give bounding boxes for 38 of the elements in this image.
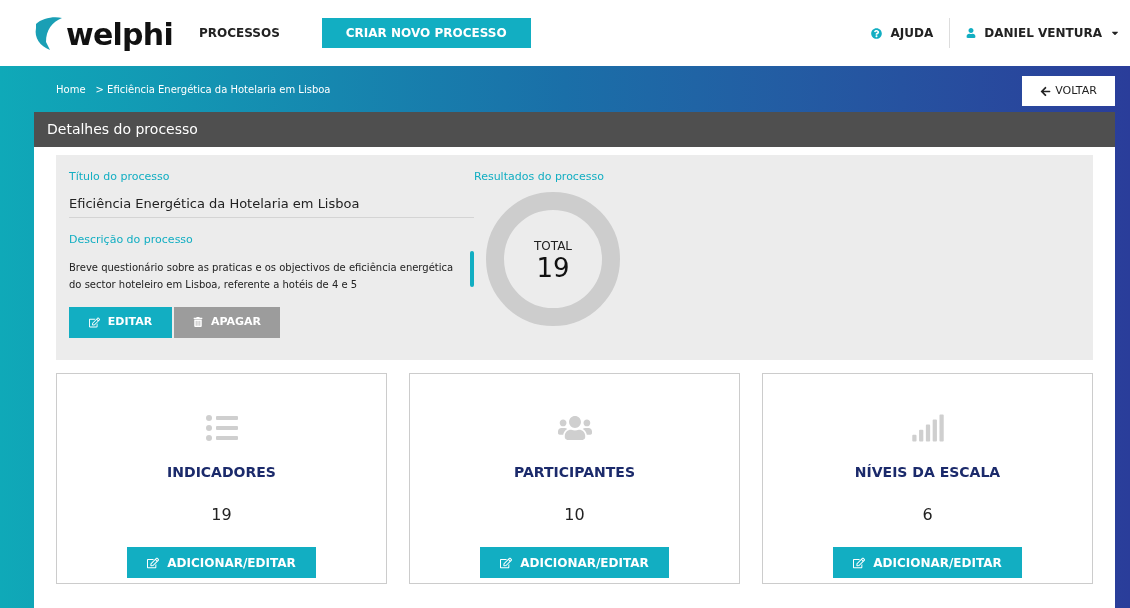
breadcrumb-home[interactable]: Home — [56, 81, 86, 97]
delete-button[interactable]: APAGAR — [174, 306, 280, 338]
edit-icon — [147, 556, 160, 569]
user-icon — [966, 28, 977, 38]
total-label: TOTAL — [533, 237, 573, 255]
signal-bars-icon — [910, 412, 945, 444]
card-count: 19 — [211, 504, 232, 526]
edit-button[interactable]: EDITAR — [69, 306, 172, 338]
scrollbar[interactable] — [470, 250, 474, 287]
card-title: INDICADORES — [167, 463, 276, 482]
arrow-left-icon — [1040, 85, 1052, 97]
field-label: Título do processo — [69, 169, 171, 185]
help-link[interactable]: AJUDA — [871, 18, 951, 48]
edit-icon — [500, 556, 513, 569]
user-menu[interactable]: DANIEL VENTURA — [950, 24, 1120, 42]
trash-icon — [192, 317, 203, 327]
add-edit-button[interactable]: ADICIONAR/EDITAR — [127, 547, 316, 578]
add-edit-button[interactable]: ADICIONAR/EDITAR — [480, 547, 669, 578]
panel-title: Detalhes do processo — [47, 120, 198, 139]
nav-link[interactable]: PROCESSOS — [198, 24, 280, 42]
card-title: NÍVEIS DA ESCALA — [854, 463, 1001, 482]
breadcrumb-current: > Eficiência Energética da Hotelaria em Lisboa — [95, 82, 331, 97]
list-icon — [204, 412, 239, 444]
logo[interactable]: welphi — [32, 16, 173, 50]
field-label: Descrição do processo — [69, 232, 194, 248]
back-button[interactable]: VOLTAR — [1022, 76, 1115, 106]
card-count: 10 — [564, 504, 585, 526]
title-field[interactable]: Eficiência Energética da Hotelaria em Lisboa — [69, 193, 474, 218]
card-title: PARTICIPANTES — [514, 463, 635, 482]
description-text: Breve questionário sobre as praticas e os objectivos de eficiência energética do sector hoteleiro em Lisboa, referente a hotéis de 4 e 5 — [69, 260, 455, 292]
help-icon — [871, 27, 883, 39]
create-process-button[interactable]: CRIAR NOVO PROCESSO — [321, 18, 531, 48]
edit-icon — [853, 556, 866, 569]
add-edit-button[interactable]: ADICIONAR/EDITAR — [833, 547, 1022, 578]
card-count: 6 — [922, 504, 933, 526]
results-label: Resultados do processo — [474, 169, 605, 185]
edit-icon — [88, 316, 100, 328]
total-value: 19 — [536, 254, 570, 281]
